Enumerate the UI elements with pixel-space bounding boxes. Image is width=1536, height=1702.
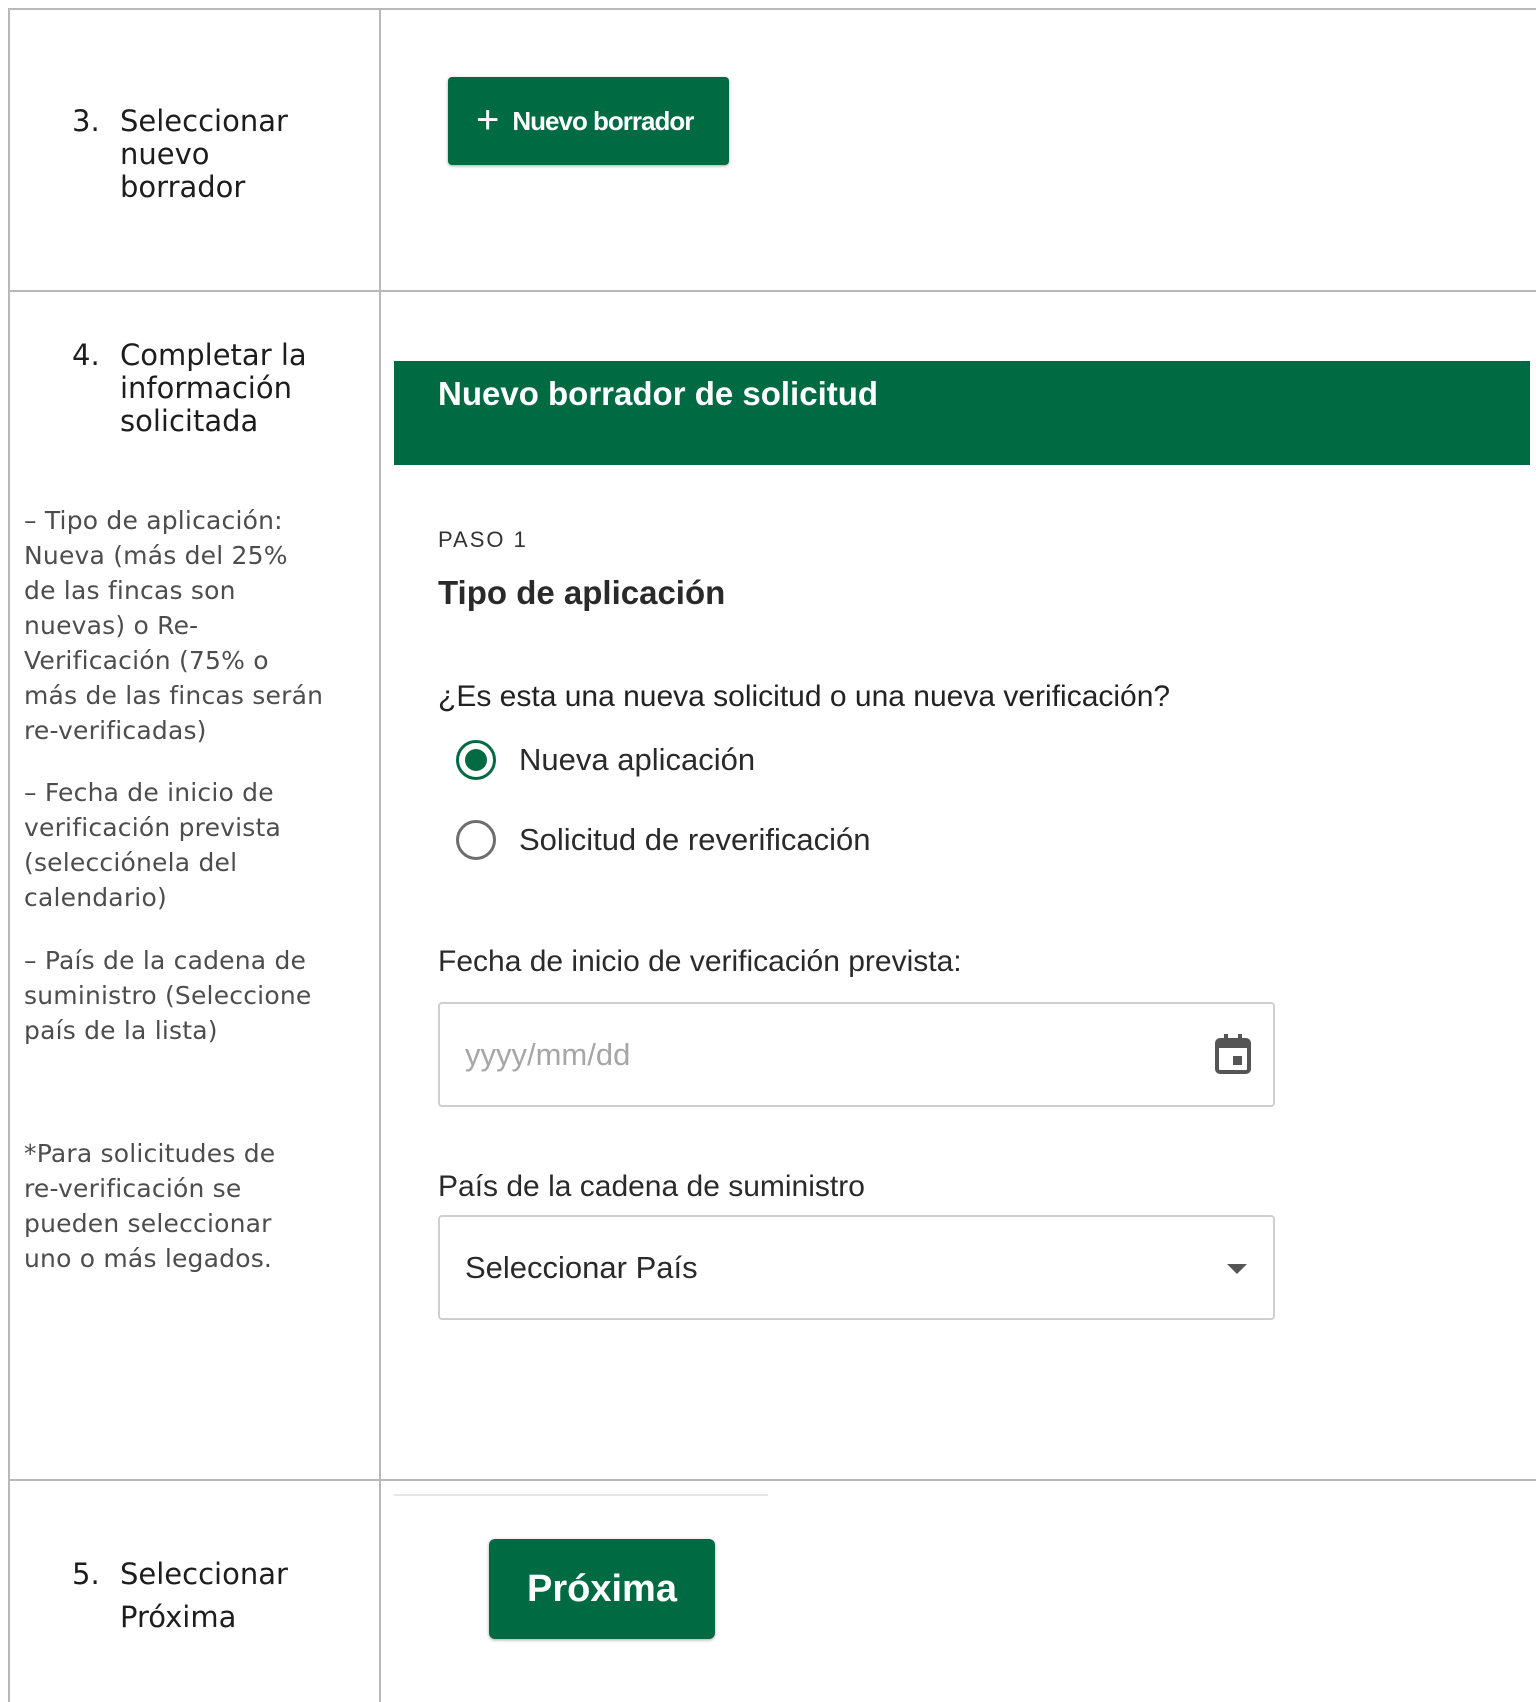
table-column-divider xyxy=(379,8,381,1702)
note-country: – País de la cadena de suministro (Selec… xyxy=(24,946,312,1045)
step-number: 3. xyxy=(72,104,100,138)
step-3-label: 3. Seleccionar nuevo borrador xyxy=(72,105,320,204)
country-label: País de la cadena de suministro xyxy=(438,1170,865,1203)
table-row-divider-1 xyxy=(8,290,1536,292)
step-text: Seleccionar nuevo borrador xyxy=(120,104,288,204)
table-border-left xyxy=(8,8,10,1702)
start-date-label: Fecha de inicio de verificación prevista… xyxy=(438,945,962,978)
plus-icon: + xyxy=(476,98,499,142)
new-draft-button-label: Nuevo borrador xyxy=(512,105,694,136)
radio-unchecked-icon[interactable] xyxy=(456,820,496,860)
form-header: Nuevo borrador de solicitud xyxy=(394,361,1530,465)
divider xyxy=(394,1494,768,1496)
country-select-value: Seleccionar País xyxy=(465,1249,698,1285)
country-select[interactable]: Seleccionar País xyxy=(438,1215,1275,1320)
radio-option-reverification[interactable]: Solicitud de reverificación xyxy=(456,820,871,860)
table-row-divider-2 xyxy=(8,1479,1536,1481)
step-number: 5. xyxy=(72,1557,100,1591)
start-date-placeholder: yyyy/mm/dd xyxy=(465,1036,631,1072)
radio-label: Nueva aplicación xyxy=(519,742,756,777)
step-number: 4. xyxy=(72,338,100,372)
step-indicator: PASO 1 xyxy=(438,527,528,552)
note-start-date: – Fecha de inicio de verificación previs… xyxy=(24,778,282,912)
new-draft-button[interactable]: + Nuevo borrador xyxy=(448,77,729,165)
radio-option-new-application[interactable]: Nueva aplicación xyxy=(456,740,755,780)
table-border-top xyxy=(8,8,1536,10)
section-title: Tipo de aplicación xyxy=(438,574,726,611)
step-text: Completar la información solicitada xyxy=(120,338,307,438)
dropdown-caret-icon[interactable] xyxy=(1227,1264,1247,1274)
next-button[interactable]: Próxima xyxy=(489,1539,715,1639)
application-type-question: ¿Es esta una nueva solicitud o una nueva… xyxy=(438,680,1171,713)
radio-checked-icon[interactable] xyxy=(456,740,496,780)
step-4-label: 4. Completar la información solicitada xyxy=(72,339,320,438)
calendar-icon[interactable] xyxy=(1215,1034,1251,1074)
radio-label: Solicitud de reverificación xyxy=(519,822,871,857)
note-application-type: – Tipo de aplicación: Nueva (más del 25%… xyxy=(24,506,324,745)
note-legacies: *Para solicitudes de re-verificación se … xyxy=(24,1139,276,1273)
start-date-input[interactable]: yyyy/mm/dd xyxy=(438,1002,1275,1107)
step-5-label: 5. Seleccionar Próxima xyxy=(72,1553,320,1639)
step-text: Seleccionar Próxima xyxy=(120,1557,288,1634)
